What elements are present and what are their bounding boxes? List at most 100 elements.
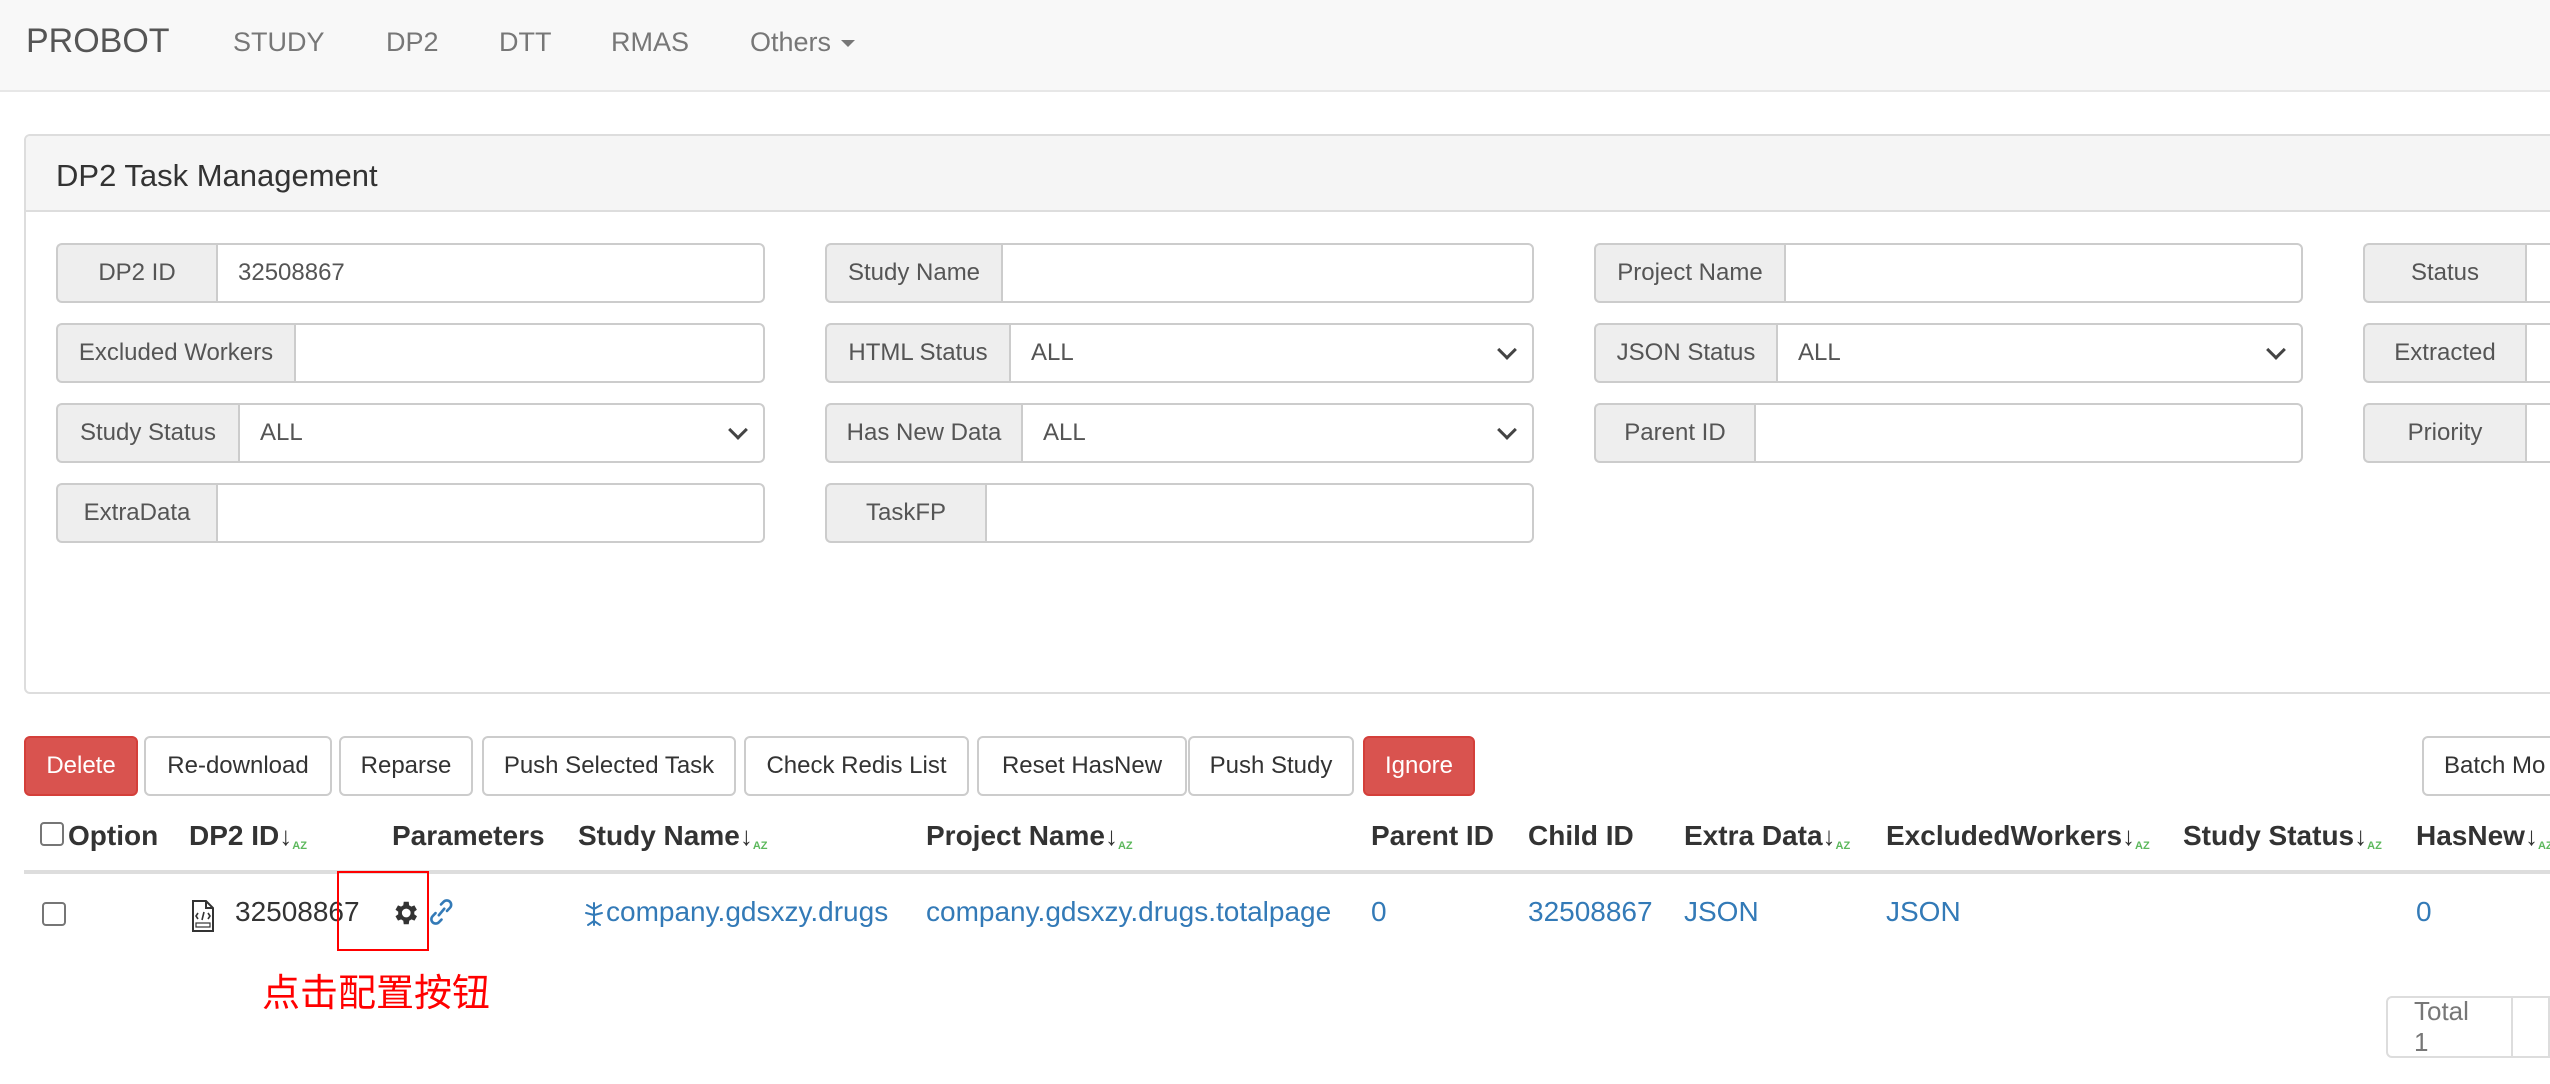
sort-az-icon: AZ [1117,840,1133,852]
priority-input[interactable] [2525,403,2550,463]
nav-rmas[interactable]: RMAS [611,27,689,58]
batch-modify-button[interactable]: Batch Mo [2422,736,2550,796]
chevron-down-icon [1497,340,1517,360]
sort-az-icon: AZ [2135,840,2150,852]
reparse-button[interactable]: Reparse [339,736,473,796]
header-excluded-workers-label: ExcludedWorkers [1886,820,2123,851]
priority-label: Priority [2363,403,2525,463]
push-selected-task-button[interactable]: Push Selected Task [482,736,736,796]
extracted-input[interactable] [2525,323,2550,383]
row-parent-id-link[interactable]: 0 [1371,896,1387,928]
link-icon[interactable] [428,896,454,928]
chevron-down-icon [1497,420,1517,440]
json-status-filter: JSON Status ALL [1594,323,2303,383]
html-status-select[interactable]: ALL [1009,323,1534,383]
push-study-button[interactable]: Push Study [1188,736,1354,796]
extra-data-input[interactable] [216,483,765,543]
html-status-label: HTML Status [825,323,1009,383]
chevron-down-icon [2266,340,2286,360]
caret-down-icon [841,40,856,48]
header-dp2-id-label: DP2 ID [189,820,280,851]
sort-az-icon: AZ [752,840,768,852]
select-all-checkbox[interactable] [40,822,64,846]
study-name-filter: Study Name [825,243,1534,303]
task-fp-input[interactable] [985,483,1534,543]
excluded-workers-input[interactable] [294,323,765,383]
header-option: Option [68,820,159,851]
project-name-filter: Project Name [1594,243,2303,303]
sort-down-icon: ↓ [1822,821,1836,851]
html-status-value: ALL [1031,339,1074,366]
json-status-select[interactable]: ALL [1776,323,2303,383]
reset-hasnew-button[interactable]: Reset HasNew [977,736,1187,796]
row-child-id-link[interactable]: 32508867 [1528,896,1653,928]
header-parent-id: Parent ID [1371,820,1494,851]
has-new-data-label: Has New Data [825,403,1021,463]
sort-az-icon: AZ [2367,840,2382,852]
sort-down-icon: ↓ [1104,821,1118,851]
row-hasnew-link[interactable]: 0 [2416,896,2432,928]
study-status-select[interactable]: ALL [238,403,765,463]
row-excluded-workers-link[interactable]: JSON [1886,896,1961,928]
header-hasnew-label: HasNew [2416,820,2525,851]
excluded-workers-filter: Excluded Workers [56,323,765,383]
sort-down-icon: ↓ [2122,821,2136,851]
sort-down-icon: ↓ [279,821,293,851]
task-fp-filter: TaskFP [825,483,1534,543]
study-status-value: ALL [260,419,303,446]
nav-dp2[interactable]: DP2 [386,27,439,58]
pagination: Total 1 [2386,996,2550,1058]
study-name-label: Study Name [825,243,1001,303]
extracted-label: Extracted [2363,323,2525,383]
dp2-id-label: DP2 ID [56,243,216,303]
nav-study[interactable]: STUDY [233,27,325,58]
row-extra-data-link[interactable]: JSON [1684,896,1759,928]
row-study-name-link[interactable]: company.gdsxzy.drugs [606,896,888,928]
header-hasnew[interactable]: HasNew↓AZ [2416,820,2550,852]
json-status-value: ALL [1798,339,1841,366]
dp2-id-filter: DP2 ID 32508867 [56,243,765,303]
annotation-highlight-box [337,871,429,951]
extra-data-filter: ExtraData [56,483,765,543]
annotation-text: 点击配置按钮 [262,973,491,1015]
header-study-name[interactable]: Study Name↓AZ [578,820,768,852]
status-label: Status [2363,243,2525,303]
header-study-status[interactable]: Study Status↓AZ [2183,820,2382,852]
delete-button[interactable]: Delete [24,736,138,796]
parent-id-label: Parent ID [1594,403,1754,463]
pagination-total: Total 1 [2386,996,2513,1058]
header-study-status-label: Study Status [2183,820,2355,851]
header-parameters: Parameters [392,820,545,851]
json-status-label: JSON Status [1594,323,1776,383]
has-new-data-value: ALL [1043,419,1086,446]
ignore-button[interactable]: Ignore [1363,736,1475,796]
header-extra-data[interactable]: Extra Data↓AZ [1684,820,1851,852]
header-child-id: Child ID [1528,820,1634,851]
panel-title: DP2 Task Management [26,136,2550,212]
excluded-workers-label: Excluded Workers [56,323,294,383]
sort-az-icon: AZ [1835,840,1851,852]
parent-id-filter: Parent ID [1594,403,2303,463]
has-new-data-filter: Has New Data ALL [825,403,1534,463]
dp2-id-input[interactable]: 32508867 [216,243,765,303]
html-status-filter: HTML Status ALL [825,323,1534,383]
sort-down-icon: ↓ [2524,821,2538,851]
nav-dtt[interactable]: DTT [499,27,551,58]
header-project-name[interactable]: Project Name↓AZ [926,820,1133,852]
brand-logo[interactable]: PROBOT [26,22,170,61]
project-name-input[interactable] [1784,243,2303,303]
redownload-button[interactable]: Re-download [144,736,332,796]
parent-id-input[interactable] [1754,403,2303,463]
header-excluded-workers[interactable]: ExcludedWorkers↓AZ [1886,820,2150,852]
status-input[interactable] [2525,243,2550,303]
row-checkbox[interactable] [42,902,66,926]
row-project-name-link[interactable]: company.gdsxzy.drugs.totalpage [926,896,1331,928]
check-redis-list-button[interactable]: Check Redis List [744,736,969,796]
extracted-filter: Extracted [2363,323,2550,383]
header-dp2-id[interactable]: DP2 ID↓AZ [189,820,307,852]
study-name-input[interactable] [1001,243,1534,303]
pagination-next[interactable] [2512,996,2550,1058]
nav-others-dropdown[interactable]: Others [750,27,856,58]
file-code-icon [192,900,214,932]
has-new-data-select[interactable]: ALL [1021,403,1534,463]
